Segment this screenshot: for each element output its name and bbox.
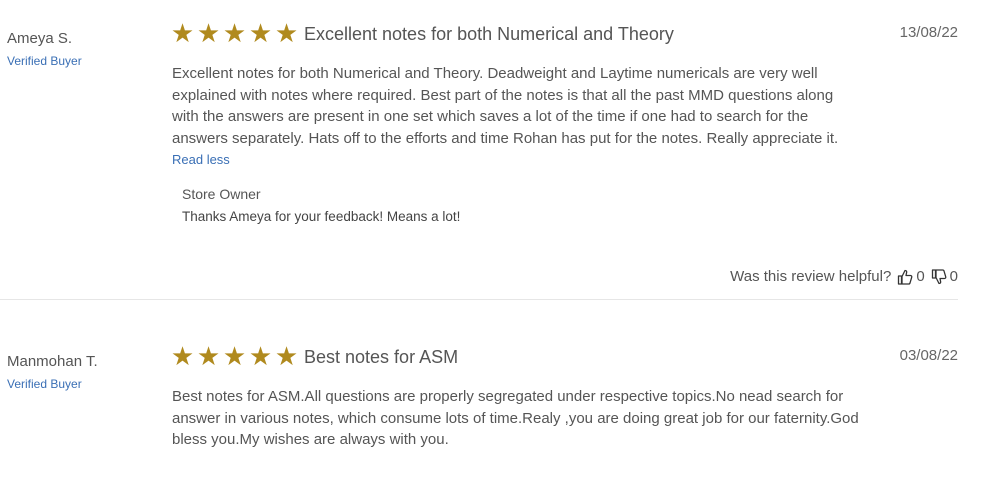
star-icon: ★ <box>170 18 195 48</box>
star-icon: ★ <box>222 18 247 48</box>
helpful-label: Was this review helpful? <box>730 268 892 285</box>
star-icon: ★ <box>170 341 195 371</box>
star-icon: ★ <box>196 18 221 48</box>
star-icon: ★ <box>274 18 299 48</box>
verified-buyer-badge: Verified Buyer <box>7 54 82 68</box>
vote-up-count: 0 <box>916 268 925 285</box>
helpful-vote-bar: Was this review helpful? 0 0 <box>730 268 958 285</box>
review-title: Best notes for ASM <box>304 347 459 367</box>
thumbs-up-icon <box>898 269 913 285</box>
star-icon: ★ <box>222 341 247 371</box>
star-icon: ★ <box>196 341 221 371</box>
review-card: Manmohan T. Verified Buyer ★ ★ ★ ★ ★ Bes… <box>0 300 997 486</box>
reviewer-name: Manmohan T. <box>7 353 98 370</box>
star-icon: ★ <box>274 341 299 371</box>
review-card: Ameya S. Verified Buyer ★ ★ ★ ★ ★ Excell… <box>0 0 997 300</box>
star-rating: ★ ★ ★ ★ ★ <box>170 20 299 46</box>
review-body: Excellent notes for both Numerical and T… <box>172 63 862 171</box>
review-text: Excellent notes for both Numerical and T… <box>172 65 839 147</box>
review-date: 03/08/22 <box>899 347 958 364</box>
thumbs-down-icon <box>931 268 947 284</box>
store-owner-label: Store Owner <box>182 186 261 202</box>
vote-down-button[interactable]: 0 <box>931 268 958 285</box>
read-less-link[interactable]: Read less <box>172 152 230 167</box>
star-icon: ★ <box>248 18 273 48</box>
reviewer-name: Ameya S. <box>7 30 73 47</box>
vote-down-count: 0 <box>949 268 958 285</box>
star-icon: ★ <box>248 341 273 371</box>
star-rating: ★ ★ ★ ★ ★ <box>170 343 299 369</box>
vote-up-button[interactable]: 0 <box>897 268 925 285</box>
verified-buyer-badge: Verified Buyer <box>7 377 82 391</box>
review-title: Excellent notes for both Numerical and T… <box>304 24 674 44</box>
review-body: Best notes for ASM.All questions are pro… <box>172 388 859 448</box>
review-date: 13/08/22 <box>899 24 958 41</box>
store-owner-reply: Thanks Ameya for your feedback! Means a … <box>182 209 461 224</box>
